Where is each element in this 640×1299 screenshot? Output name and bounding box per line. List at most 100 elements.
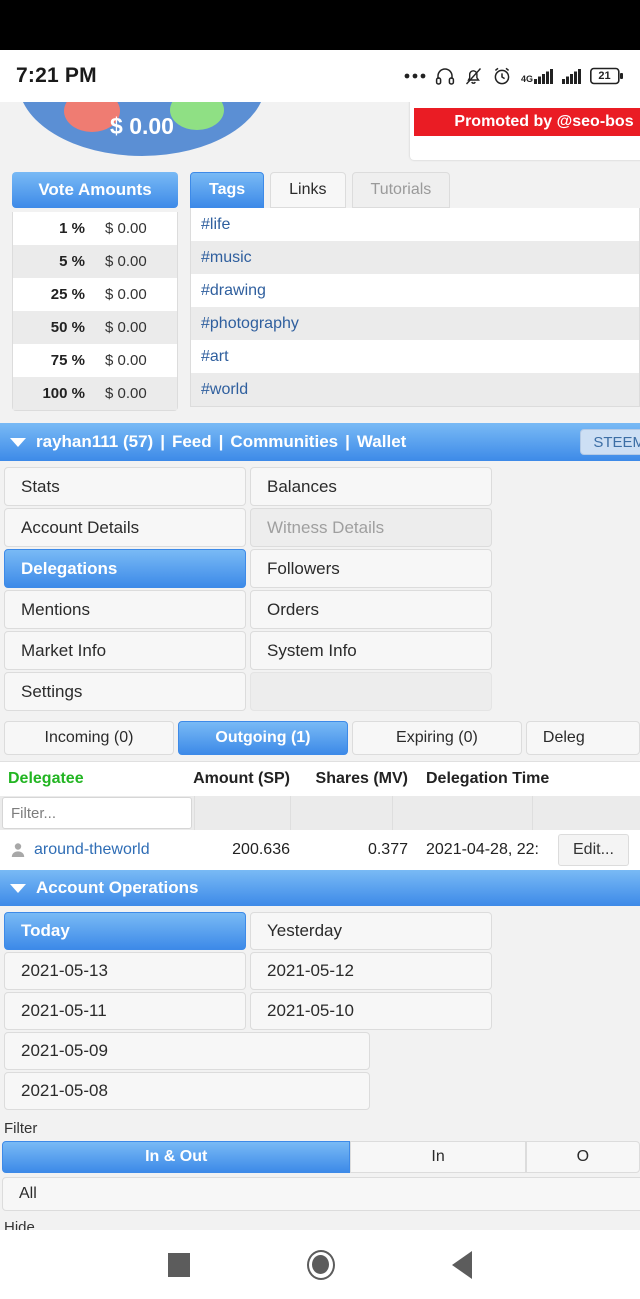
segment-out[interactable]: O	[525, 1141, 640, 1173]
status-icons-group: 4G 21	[404, 66, 624, 86]
delegatee-name[interactable]: around-theworld	[34, 841, 150, 859]
tab-tags[interactable]: Tags	[190, 172, 265, 208]
table-row: 1 % $ 0.00	[13, 212, 177, 245]
list-item[interactable]: #drawing	[191, 274, 639, 307]
button-followers[interactable]: Followers	[250, 549, 492, 588]
column-header-delegation-time[interactable]: Delegation Time	[408, 770, 558, 788]
link-communities[interactable]: Communities	[230, 432, 338, 452]
list-item[interactable]: #world	[191, 373, 639, 406]
home-circle-icon[interactable]	[306, 1249, 335, 1280]
account-username[interactable]: rayhan111 (57)	[36, 432, 153, 452]
link-feed[interactable]: Feed	[172, 432, 212, 452]
link-wallet[interactable]: Wallet	[357, 432, 406, 452]
vote-amount: $ 0.00	[105, 253, 147, 270]
button-witness-details[interactable]: Witness Details	[250, 508, 492, 547]
vote-value-donut-chart: $ 0.00	[18, 102, 266, 156]
signal-4g-icon: 4G	[521, 68, 553, 84]
tab-outgoing[interactable]: Outgoing (1)	[177, 721, 348, 755]
back-triangle-icon[interactable]	[451, 1250, 472, 1279]
list-item[interactable]: #art	[191, 340, 639, 373]
vote-amounts-header: Vote Amounts	[12, 172, 178, 208]
filter-cell-shares	[290, 796, 392, 830]
delegatee-filter-input[interactable]: Filter...	[2, 797, 192, 829]
type-filter-all[interactable]: All	[2, 1177, 640, 1211]
vote-percent: 5 %	[59, 253, 85, 270]
date-button-yesterday[interactable]: Yesterday	[250, 912, 492, 950]
tab-label: Tutorials	[370, 181, 432, 198]
table-row: 100 % $ 0.00	[13, 377, 177, 410]
cell-amount: 200.636	[232, 841, 290, 858]
column-header-amount[interactable]: Amount (SP)	[172, 770, 290, 788]
separator: |	[218, 432, 224, 451]
filter-cell-actions	[532, 796, 640, 830]
vote-amounts-panel: Vote Amounts 1 % $ 0.00 5 % $ 0.00 25 % …	[12, 172, 178, 411]
account-operations-header: Account Operations	[0, 870, 640, 906]
filter-cell-amount	[194, 796, 290, 830]
vote-amount: $ 0.00	[105, 352, 147, 369]
date-range-buttons: Today Yesterday 2021-05-13 2021-05-12 20…	[0, 906, 640, 1112]
vote-percent: 75 %	[50, 352, 85, 369]
tab-tutorials[interactable]: Tutorials	[351, 172, 451, 208]
delegation-tabs: Incoming (0) Outgoing (1) Expiring (0) D…	[0, 713, 640, 755]
vote-percent: 25 %	[50, 286, 85, 303]
column-header-shares[interactable]: Shares (MV)	[290, 770, 408, 788]
list-item[interactable]: #life	[191, 208, 639, 241]
ad-title: ACCOUNT BO	[410, 102, 640, 104]
vote-amount: $ 0.00	[105, 385, 147, 402]
promoted-ad-banner[interactable]: ACCOUNT BO Promoted by @seo-bos	[410, 102, 640, 160]
column-header-delegatee[interactable]: Delegatee	[0, 770, 172, 788]
phone-screen: 7:21 PM 4G 21 $ 0.00 Promoted by @seo-bo…	[0, 0, 640, 1299]
vote-percent: 50 %	[50, 319, 85, 336]
table-row: 25 % $ 0.00	[13, 278, 177, 311]
button-balances[interactable]: Balances	[250, 467, 492, 506]
date-button-today[interactable]: Today	[4, 912, 246, 950]
vote-amount: $ 0.00	[105, 220, 147, 237]
vote-amount: $ 0.00	[105, 319, 147, 336]
account-section-buttons: Stats Balances Account Details Witness D…	[0, 461, 640, 713]
tag-list: #life #music #drawing #photography #art …	[190, 208, 640, 407]
tab-links[interactable]: Links	[270, 172, 346, 208]
alarm-clock-icon	[492, 66, 512, 86]
collapse-caret-icon[interactable]	[10, 437, 26, 447]
list-item[interactable]: #photography	[191, 307, 639, 340]
collapse-caret-icon[interactable]	[10, 883, 26, 893]
button-market-info[interactable]: Market Info	[4, 631, 246, 670]
tab-expiring[interactable]: Expiring (0)	[351, 721, 522, 755]
tab-delegate[interactable]: Deleg	[525, 721, 640, 755]
top-partial-widgets: $ 0.00 ACCOUNT BO Promoted by @seo-bos	[0, 102, 640, 164]
button-system-info[interactable]: System Info	[250, 631, 492, 670]
button-settings[interactable]: Settings	[4, 672, 246, 711]
system-navigation-bar	[0, 1230, 640, 1299]
segment-in-and-out[interactable]: In & Out	[2, 1141, 351, 1173]
edit-delegation-button[interactable]: Edit...	[558, 834, 629, 866]
date-button-2021-05-11[interactable]: 2021-05-11	[4, 992, 246, 1030]
date-button-2021-05-12[interactable]: 2021-05-12	[250, 952, 492, 990]
status-time: 7:21 PM	[16, 64, 97, 87]
date-button-2021-05-08[interactable]: 2021-05-08	[4, 1072, 370, 1110]
button-account-details[interactable]: Account Details	[4, 508, 246, 547]
button-orders[interactable]: Orders	[250, 590, 492, 629]
account-operations-title: Account Operations	[36, 878, 199, 897]
button-mentions[interactable]: Mentions	[4, 590, 246, 629]
vote-amounts-table: 1 % $ 0.00 5 % $ 0.00 25 % $ 0.00 50 % $…	[12, 212, 178, 411]
account-header-bar: rayhan111 (57) | Feed | Communities | Wa…	[0, 423, 640, 461]
date-button-2021-05-10[interactable]: 2021-05-10	[250, 992, 492, 1030]
list-item[interactable]: #music	[191, 241, 639, 274]
vote-amounts-title: Vote Amounts	[38, 180, 152, 199]
segment-in[interactable]: In	[350, 1141, 526, 1173]
recents-square-icon[interactable]	[168, 1252, 191, 1277]
button-stats[interactable]: Stats	[4, 467, 246, 506]
date-button-2021-05-09[interactable]: 2021-05-09	[4, 1032, 370, 1070]
cell-delegation-time: 2021-04-28, 22:	[426, 841, 539, 858]
table-header-row: Delegatee Amount (SP) Shares (MV) Delega…	[0, 762, 640, 796]
tab-incoming[interactable]: Incoming (0)	[4, 721, 174, 755]
battery-level-label: 21	[598, 70, 611, 82]
filter-cell-time	[392, 796, 532, 830]
tags-panel: Tags Links Tutorials #life #music #drawi…	[190, 172, 640, 411]
tags-tabs: Tags Links Tutorials	[190, 172, 640, 208]
cell-delegatee[interactable]: around-theworld	[0, 841, 172, 859]
chain-badge-steem[interactable]: STEEM	[580, 429, 640, 455]
button-delegations[interactable]: Delegations	[4, 549, 246, 588]
filter-label: Filter	[4, 1120, 38, 1137]
date-button-2021-05-13[interactable]: 2021-05-13	[4, 952, 246, 990]
